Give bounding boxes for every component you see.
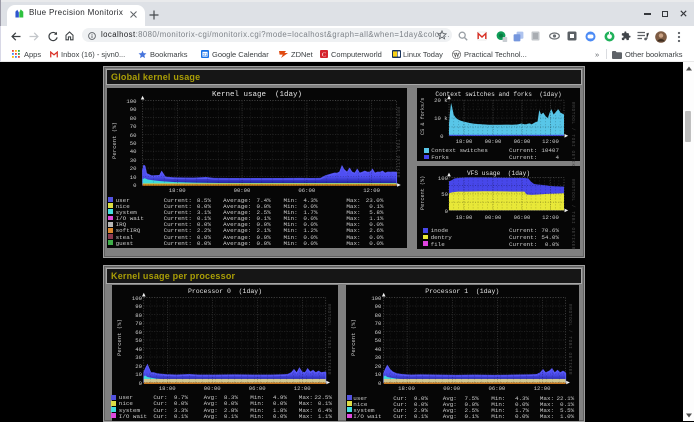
svg-text:C: C <box>322 51 326 58</box>
svg-text:31: 31 <box>203 52 208 57</box>
